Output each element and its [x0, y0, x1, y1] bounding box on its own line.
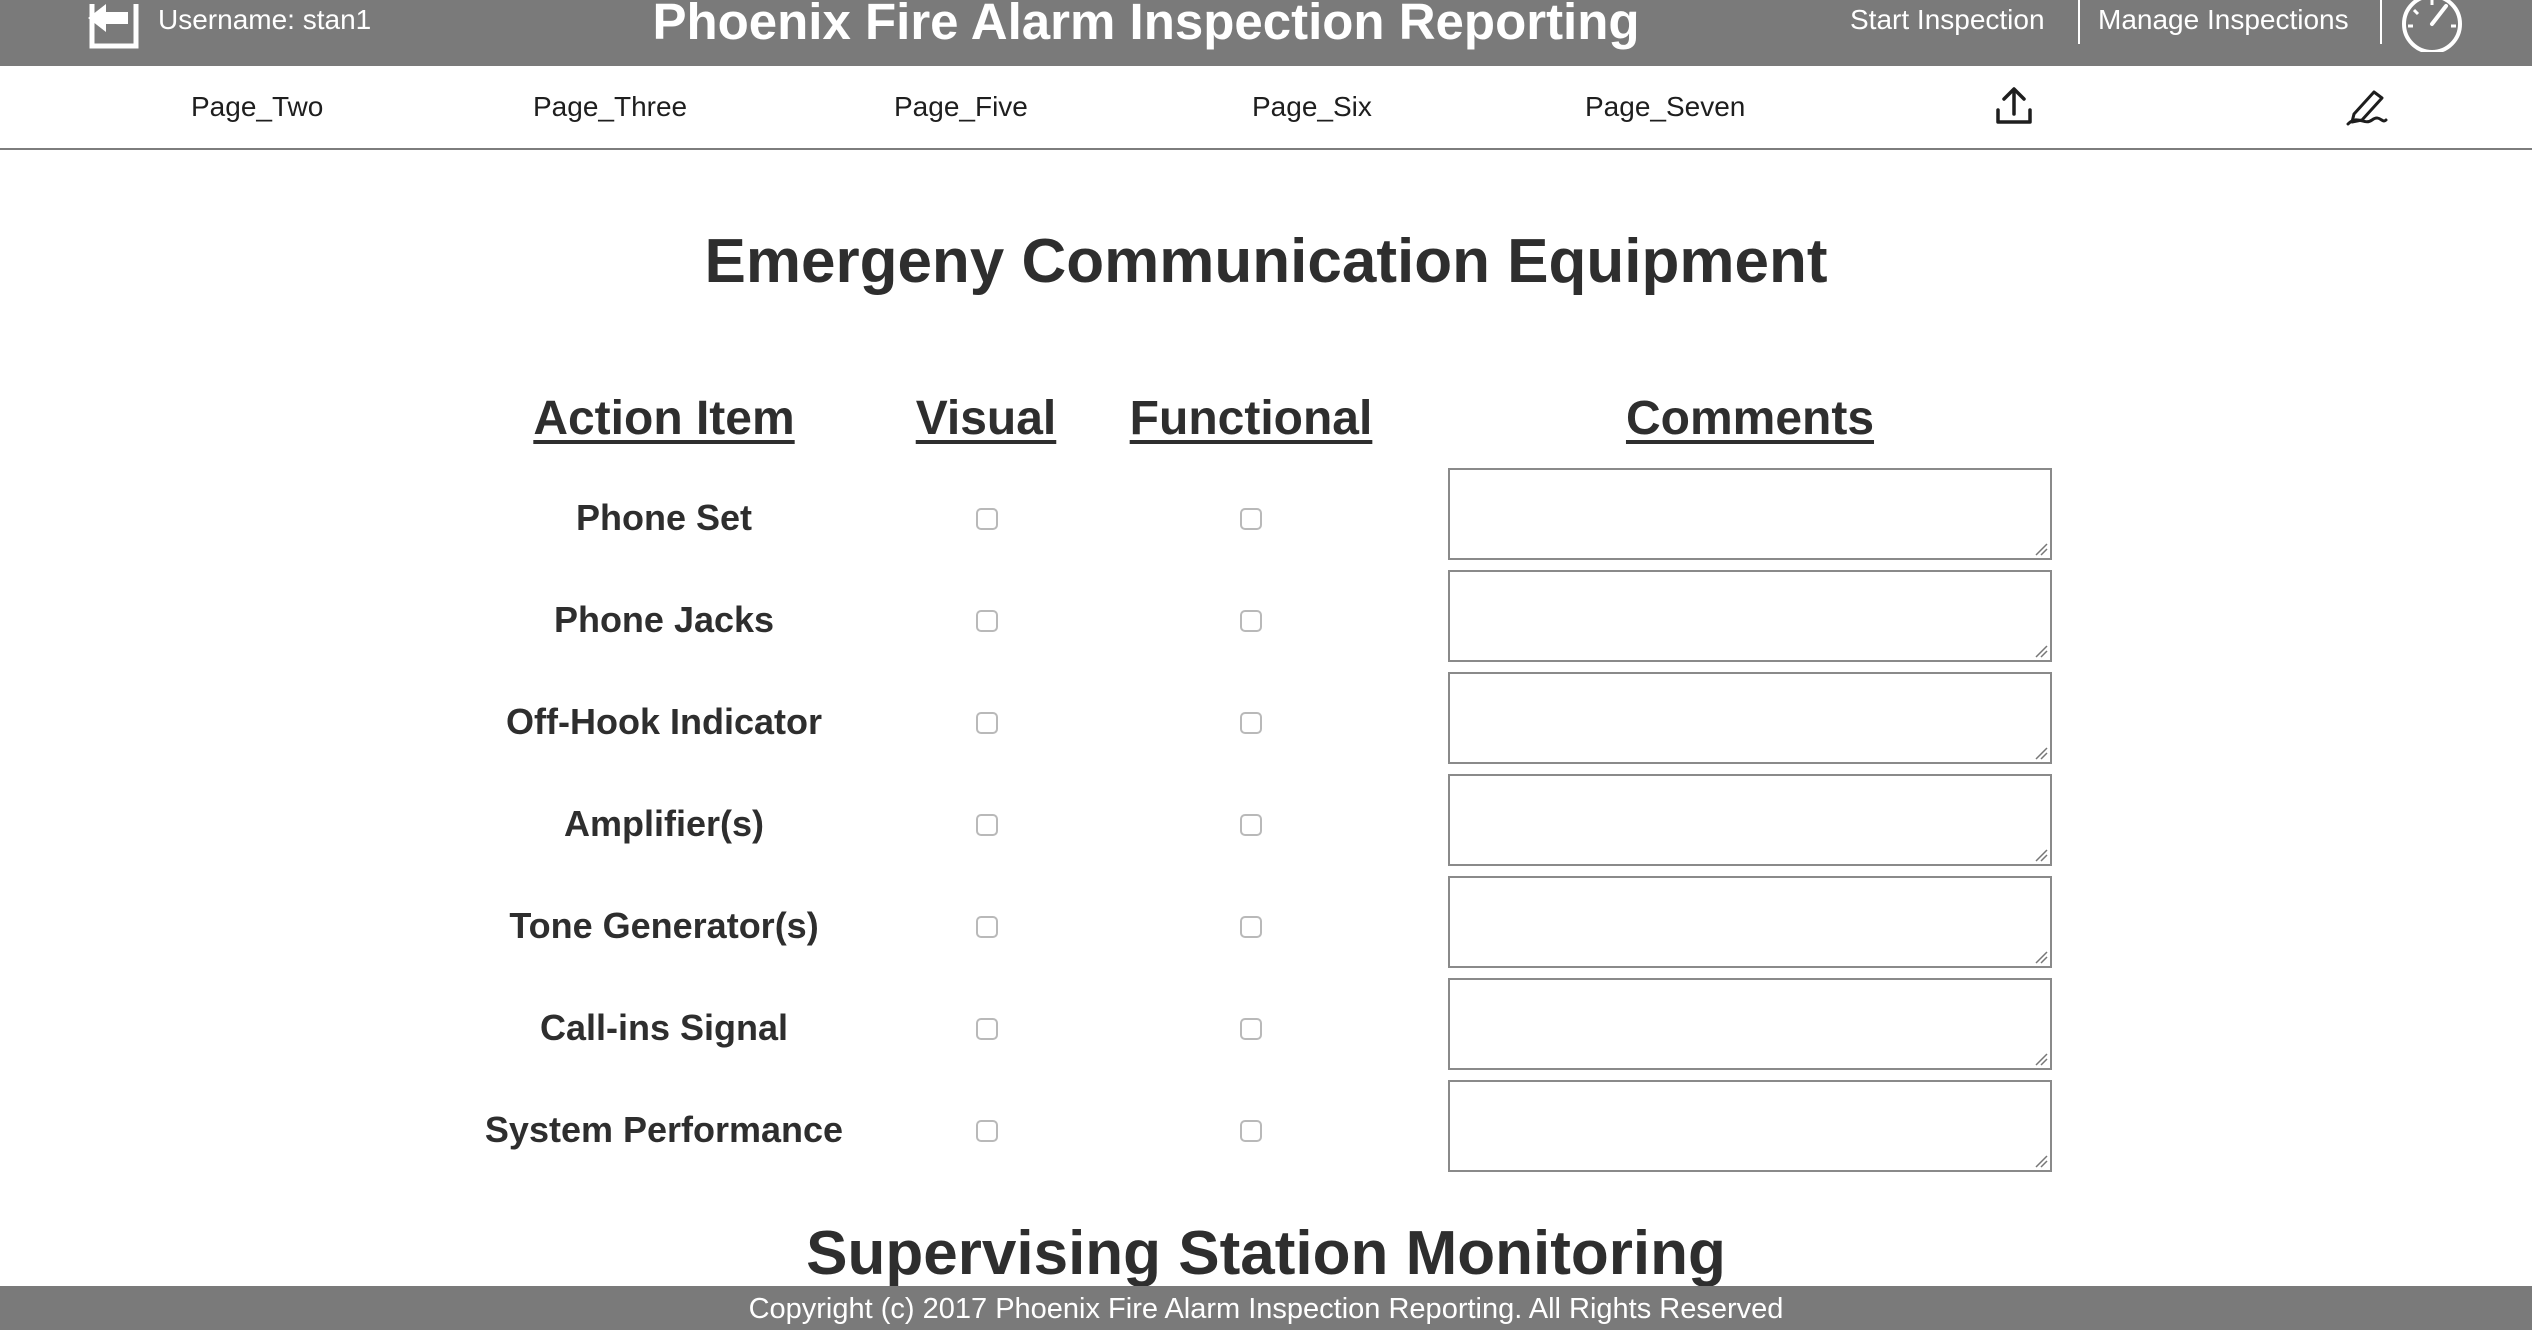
visual-checkbox[interactable]	[976, 1018, 998, 1040]
column-header-comments: Comments	[1625, 392, 1875, 445]
nav-page-five[interactable]: Page_Five	[894, 90, 1028, 124]
column-header-visual: Visual	[915, 392, 1057, 445]
resize-grip-icon[interactable]	[2034, 950, 2048, 964]
signature-icon[interactable]	[2344, 84, 2388, 128]
resize-grip-icon[interactable]	[2034, 848, 2048, 862]
nav-divider	[2078, 0, 2080, 44]
action-item-label: Tone Generator(s)	[509, 905, 819, 946]
start-inspection-link[interactable]: Start Inspection	[1850, 4, 2045, 36]
footer: Copyright (c) 2017 Phoenix Fire Alarm In…	[0, 1286, 2532, 1330]
action-item-label: Phone Jacks	[553, 599, 775, 640]
action-item-label: Off-Hook Indicator	[506, 701, 822, 742]
page: Username: stan1 Phoenix Fire Alarm Inspe…	[0, 0, 2532, 1330]
column-header-action-item: Action Item	[533, 392, 795, 445]
resize-grip-icon[interactable]	[2034, 1052, 2048, 1066]
functional-checkbox[interactable]	[1240, 1120, 1262, 1142]
top-header: Username: stan1 Phoenix Fire Alarm Inspe…	[0, 0, 2532, 66]
resize-grip-icon[interactable]	[2034, 1154, 2048, 1168]
action-item-label: System Performance	[484, 1109, 844, 1150]
visual-checkbox[interactable]	[976, 916, 998, 938]
comment-textarea[interactable]	[1448, 672, 2052, 764]
column-header-functional: Functional	[1129, 392, 1373, 445]
comment-textarea[interactable]	[1448, 876, 2052, 968]
nav-page-two[interactable]: Page_Two	[191, 90, 323, 124]
functional-checkbox[interactable]	[1240, 508, 1262, 530]
next-section-title: Supervising Station Monitoring	[806, 1219, 1726, 1288]
action-item-label: Amplifier(s)	[563, 803, 765, 844]
page-navigation: Page_Two Page_Three Page_Five Page_Six P…	[0, 66, 2532, 150]
action-item-label: Phone Set	[575, 497, 753, 538]
manage-inspections-link[interactable]: Manage Inspections	[2098, 4, 2349, 36]
comment-textarea[interactable]	[1448, 468, 2052, 560]
comment-textarea[interactable]	[1448, 978, 2052, 1070]
upload-icon[interactable]	[1992, 84, 2036, 128]
copyright-text: Copyright (c) 2017 Phoenix Fire Alarm In…	[748, 1293, 1784, 1325]
visual-checkbox[interactable]	[976, 814, 998, 836]
visual-checkbox[interactable]	[976, 610, 998, 632]
nav-page-seven[interactable]: Page_Seven	[1585, 90, 1745, 124]
resize-grip-icon[interactable]	[2034, 542, 2048, 556]
section-title: Emergeny Communication Equipment	[704, 227, 1828, 296]
speedometer-icon[interactable]	[2400, 0, 2464, 52]
nav-page-three[interactable]: Page_Three	[533, 90, 687, 124]
functional-checkbox[interactable]	[1240, 610, 1262, 632]
nav-divider	[2380, 0, 2382, 44]
visual-checkbox[interactable]	[976, 712, 998, 734]
functional-checkbox[interactable]	[1240, 1018, 1262, 1040]
functional-checkbox[interactable]	[1240, 916, 1262, 938]
functional-checkbox[interactable]	[1240, 814, 1262, 836]
functional-checkbox[interactable]	[1240, 712, 1262, 734]
comment-textarea[interactable]	[1448, 774, 2052, 866]
visual-checkbox[interactable]	[976, 1120, 998, 1142]
resize-grip-icon[interactable]	[2034, 644, 2048, 658]
comment-textarea[interactable]	[1448, 1080, 2052, 1172]
comment-textarea[interactable]	[1448, 570, 2052, 662]
visual-checkbox[interactable]	[976, 508, 998, 530]
nav-page-six[interactable]: Page_Six	[1252, 90, 1372, 124]
action-item-label: Call-ins Signal	[539, 1007, 789, 1048]
resize-grip-icon[interactable]	[2034, 746, 2048, 760]
